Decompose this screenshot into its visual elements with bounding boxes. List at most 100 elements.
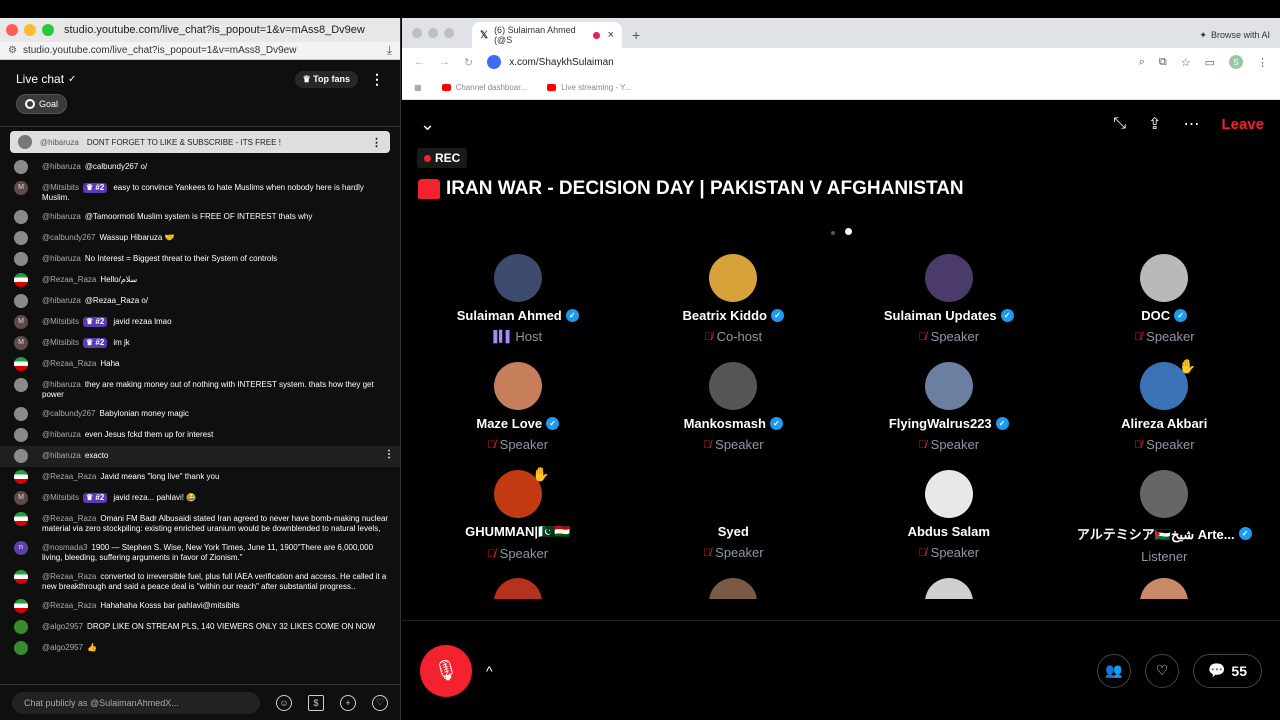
- chat-message[interactable]: @Rezaa_Raza Javid means "long live" thank…: [14, 467, 390, 488]
- participant[interactable]: Syed 🎙̸ Speaker: [626, 470, 842, 578]
- install-icon[interactable]: ⧉: [1159, 56, 1167, 69]
- more-options-icon[interactable]: ⋯: [1183, 114, 1199, 134]
- apps-icon[interactable]: ▦: [414, 83, 422, 92]
- chat-message[interactable]: M @Mitsibits ♛ #2 im jk: [14, 333, 390, 354]
- participant[interactable]: ✋ GHUMMAN|🇵🇰🇹🇯 🎙̸ Speaker: [410, 466, 626, 578]
- comments-button[interactable]: 💬 55: [1192, 653, 1262, 688]
- participant[interactable]: [410, 578, 626, 599]
- message-menu-icon[interactable]: ⋮: [384, 450, 394, 460]
- message-author[interactable]: @algo2957: [42, 643, 83, 652]
- chat-message[interactable]: @hibaruza @calbundy267 o/: [14, 157, 390, 178]
- message-author[interactable]: @Rezaa_Raza: [42, 275, 96, 284]
- participant-avatar[interactable]: ✋: [1140, 358, 1196, 410]
- participant[interactable]: Maze Love ✓ 🎙̸ Speaker: [410, 362, 626, 470]
- forward-icon[interactable]: →: [439, 56, 450, 68]
- chat-message[interactable]: @hibaruza No Interest = Biggest threat to…: [14, 249, 390, 270]
- participant-avatar[interactable]: [709, 254, 758, 302]
- mic-muted-button[interactable]: 🎙: [420, 644, 472, 697]
- message-author[interactable]: @Rezaa_Raza: [42, 359, 96, 368]
- bookmark-channel-dashboard[interactable]: Channel dashboar...: [441, 83, 527, 92]
- chat-message[interactable]: M @Mitsibits ♛ #2 javid rezaa lmao: [14, 312, 390, 333]
- bookmark-star-icon[interactable]: ☆: [1181, 56, 1191, 69]
- chat-message[interactable]: @algo2957 👍: [14, 638, 390, 659]
- site-settings-icon[interactable]: ⚙: [8, 45, 17, 56]
- participant[interactable]: Sulaiman Updates ✓ 🎙̸ Speaker: [841, 254, 1057, 362]
- profile-avatar[interactable]: S: [1229, 55, 1243, 69]
- leave-button[interactable]: Leave: [1221, 116, 1264, 133]
- avatar[interactable]: M: [14, 336, 28, 350]
- chat-message[interactable]: n @nosmada3 1900 — Stephen S. Wise, New Yo…: [14, 538, 390, 567]
- chat-message[interactable]: @hibaruza they are making money out of no…: [14, 375, 390, 404]
- chat-message[interactable]: @hibaruza even Jesus fckd them up for int…: [14, 425, 390, 446]
- chat-message[interactable]: @Rezaa_Raza Hello/سلام: [14, 270, 390, 291]
- people-icon[interactable]: 👥: [1096, 653, 1131, 688]
- chat-message[interactable]: @Rezaa_Raza converted to irreversible fue…: [14, 567, 390, 596]
- goal-button[interactable]: Goal: [16, 94, 68, 114]
- avatar[interactable]: [14, 599, 28, 613]
- chat-message[interactable]: @hibaruza exacto ⋮: [0, 446, 400, 467]
- message-author[interactable]: @Rezaa_Raza: [42, 601, 96, 610]
- browser-menu-icon[interactable]: ⋮: [1257, 56, 1268, 69]
- participant[interactable]: [841, 578, 1057, 599]
- participant-avatar[interactable]: [1140, 578, 1189, 599]
- avatar[interactable]: [14, 449, 28, 463]
- participant[interactable]: [626, 578, 842, 599]
- message-author[interactable]: @Mitsibits: [42, 493, 79, 502]
- download-icon[interactable]: ⤓: [387, 43, 392, 58]
- participant-avatar[interactable]: ✋: [493, 466, 550, 518]
- avatar[interactable]: [14, 160, 28, 174]
- page-dot-active[interactable]: [844, 228, 852, 235]
- message-author[interactable]: @Mitsibits: [42, 183, 79, 192]
- participant-avatar[interactable]: [709, 470, 758, 518]
- new-tab-button[interactable]: +: [632, 22, 640, 48]
- top-fans-button[interactable]: ♛ Top fans: [294, 70, 358, 88]
- message-author[interactable]: @Rezaa_Raza: [42, 472, 96, 481]
- page-dot[interactable]: [830, 231, 835, 235]
- minimize-window-button[interactable]: [24, 24, 36, 36]
- bookmark-live-streaming[interactable]: Live streaming - Y...: [547, 83, 631, 92]
- pinned-message[interactable]: @hibaruza DONT FORGET TO LIKE & SUBSCRIB…: [10, 131, 390, 153]
- back-icon[interactable]: ←: [414, 56, 425, 68]
- avatar[interactable]: [14, 470, 28, 484]
- avatar[interactable]: [14, 570, 28, 584]
- caret-up-icon[interactable]: ^: [486, 663, 493, 679]
- participant-avatar[interactable]: [709, 578, 758, 599]
- url-text[interactable]: x.com/ShaykhSulaiman: [509, 57, 614, 68]
- message-author[interactable]: @nosmada3: [42, 543, 87, 552]
- react-heart-icon[interactable]: ♡: [1144, 653, 1179, 688]
- message-author[interactable]: @Rezaa_Raza: [42, 572, 96, 581]
- sidebar-icon[interactable]: ▭: [1205, 56, 1215, 69]
- avatar[interactable]: M: [14, 491, 28, 505]
- message-author[interactable]: @hibaruza: [42, 380, 81, 389]
- participant[interactable]: ✋ Alireza Akbari 🎙̸ Speaker: [1057, 358, 1273, 470]
- heart-icon[interactable]: ♡: [372, 694, 388, 711]
- close-tab-icon[interactable]: ×: [608, 29, 614, 41]
- participant-avatar[interactable]: [924, 470, 973, 518]
- message-author[interactable]: @Rezaa_Raza: [42, 514, 96, 523]
- avatar[interactable]: M: [14, 181, 28, 195]
- close-window-button[interactable]: [6, 24, 18, 36]
- avatar[interactable]: [14, 252, 28, 266]
- participant-avatar[interactable]: [493, 362, 542, 410]
- chat-message[interactable]: M @Mitsibits ♛ #2 easy to convince Yankees …: [14, 178, 390, 207]
- avatar[interactable]: [14, 512, 28, 526]
- message-author[interactable]: @Mitsibits: [42, 338, 79, 347]
- chat-message[interactable]: M @Mitsibits ♛ #2 javid reza... pahlavi! 😂: [14, 488, 390, 509]
- participant-avatar[interactable]: [924, 362, 973, 410]
- avatar[interactable]: [14, 294, 28, 308]
- minimize-window-button[interactable]: [428, 28, 438, 38]
- chat-message[interactable]: @hibaruza @Tamoormoti Muslim system is FR…: [14, 207, 390, 228]
- collapse-chevron-icon[interactable]: ⌄: [420, 114, 435, 135]
- zoom-window-button[interactable]: [444, 28, 454, 38]
- participant[interactable]: アルテミシア🇵🇸شيخ Arte... ✓ Listener: [1057, 470, 1273, 578]
- share-icon[interactable]: ⇪: [1148, 114, 1161, 134]
- message-author[interactable]: @calbundy267: [42, 233, 96, 242]
- avatar[interactable]: [14, 620, 28, 634]
- close-window-button[interactable]: [412, 28, 422, 38]
- url-bar[interactable]: ⚙ studio.youtube.com/live_chat?is_popout…: [0, 42, 400, 60]
- avatar[interactable]: n: [14, 541, 28, 555]
- message-author[interactable]: @hibaruza: [42, 430, 81, 439]
- site-info-icon[interactable]: [487, 55, 502, 69]
- chat-message[interactable]: @hibaruza @Rezaa_Raza o/: [14, 291, 390, 312]
- chat-input[interactable]: Chat publicly as @SulaimanAhmedX...: [12, 691, 260, 714]
